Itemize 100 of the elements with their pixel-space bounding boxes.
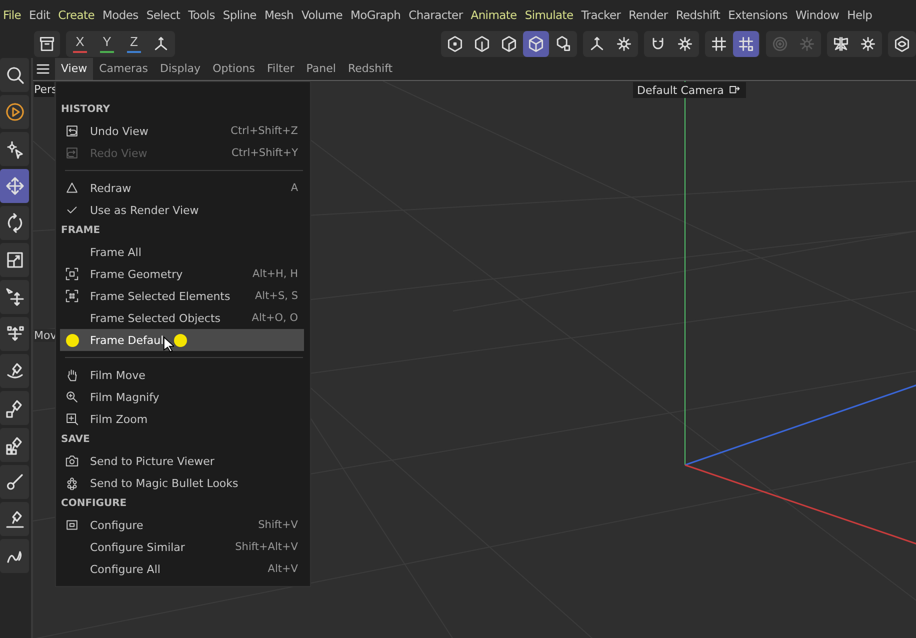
menu-item[interactable]: MoGraph (350, 8, 408, 22)
menu-item[interactable]: Frame Selected Elements Alt+S, S (60, 285, 304, 307)
camera-icon (65, 454, 79, 468)
scale-icon (4, 250, 24, 270)
menu-item[interactable]: Frame Selected Objects Alt+O, O (60, 307, 304, 329)
menu-item[interactable]: Use as Render View (60, 199, 304, 221)
menu-item-label: Frame Geometry (90, 268, 183, 280)
viewport-menu-tab[interactable]: Redshift (342, 58, 399, 80)
shortcut-label: Shift+V (258, 519, 298, 531)
menu-item[interactable]: Window (794, 8, 846, 22)
menu-item[interactable]: File (2, 8, 28, 22)
frame-dots-icon (65, 289, 79, 303)
tool-button[interactable] (0, 539, 29, 573)
pointer-move-icon (4, 287, 24, 307)
menu-item[interactable]: Frame Defaul (60, 329, 304, 351)
menu-item[interactable]: Edit (28, 8, 58, 22)
menu-item[interactable]: Send to Picture Viewer (60, 450, 304, 472)
gear-icon (798, 35, 816, 53)
viewport-menu-tab[interactable]: Options (206, 58, 262, 80)
configure-icon (65, 518, 79, 532)
tool-button[interactable] (0, 95, 29, 129)
menu-item[interactable]: Tracker (580, 8, 628, 22)
tool-button[interactable] (0, 428, 29, 462)
tool-button[interactable] (0, 243, 29, 277)
axis-icon (152, 35, 170, 53)
viewport-menu-tab[interactable]: Filter (261, 58, 300, 80)
tool-button[interactable] (0, 132, 29, 166)
hand-icon (65, 368, 79, 382)
viewport-menu-tab[interactable]: Display (154, 58, 207, 80)
menu-item[interactable]: Redraw A (60, 177, 304, 199)
tool-button[interactable] (0, 169, 29, 203)
gear-icon (859, 35, 877, 53)
magnify-icon (65, 390, 79, 404)
gear-icon (615, 35, 633, 53)
click-marker-icon (174, 334, 187, 346)
menu-item[interactable]: Redshift (674, 8, 728, 22)
menu-item-label: Configure (90, 518, 144, 532)
menu-item-label: Frame Selected Elements (90, 290, 230, 302)
hud-label: Mov (34, 329, 55, 342)
tool-button[interactable] (0, 354, 29, 388)
grid-icon (710, 35, 728, 53)
axis-icon (588, 35, 606, 53)
menu-item[interactable]: Configure Shift+V (60, 514, 304, 536)
menu-item[interactable]: Simulate (524, 8, 580, 22)
tool-button[interactable] (0, 206, 29, 240)
menu-item-label: Film Magnify (90, 390, 160, 404)
click-marker-icon (66, 334, 78, 346)
menu-item[interactable]: Configure Similar Shift+Alt+V (60, 536, 304, 558)
eye-icon (893, 35, 911, 53)
menu-item[interactable]: Animate (470, 8, 524, 22)
shortcut-label: Alt+S, S (254, 290, 298, 302)
archive-button[interactable] (34, 31, 60, 57)
menu-item-label: Redraw (90, 182, 132, 194)
menu-item-label: Use as Render View (90, 204, 199, 216)
menu-item-label: Send to Magic Bullet Looks (90, 476, 238, 490)
menu-item[interactable]: Select (145, 8, 188, 22)
camera-name: Default Camera (637, 84, 724, 96)
menu-item[interactable]: Volume (300, 8, 350, 22)
menu-item[interactable]: Spline (222, 8, 264, 22)
brush-icon (4, 472, 24, 492)
menu-item[interactable]: Modes (102, 8, 146, 22)
search-icon (4, 65, 24, 85)
menu-item[interactable]: Extensions (727, 8, 795, 22)
toolbar-button[interactable] (733, 31, 759, 57)
menu-item[interactable]: Film Move (60, 364, 304, 386)
menu-item[interactable]: Undo View Ctrl+Shift+Z (60, 120, 304, 142)
move-icon (4, 176, 24, 196)
toolbar-button[interactable] (523, 31, 549, 57)
camera-label[interactable]: Default Camera (633, 82, 746, 98)
menu-item[interactable]: Help (846, 8, 880, 22)
menu-item[interactable]: Frame All (60, 241, 304, 263)
butterfly-icon (832, 35, 850, 53)
gear-icon (676, 35, 694, 53)
tool-button[interactable] (0, 58, 29, 92)
menu-item[interactable]: Create (57, 8, 102, 22)
tool-button[interactable] (0, 317, 29, 351)
viewport-menu-tab[interactable]: Panel (300, 58, 342, 80)
half-cube-icon (500, 35, 518, 53)
gear-pointer-icon (4, 139, 24, 159)
viewport-menu-tab[interactable]: Cameras (93, 58, 154, 80)
tool-button[interactable] (0, 502, 29, 536)
tool-button[interactable] (0, 465, 29, 499)
menu-item-label: Configure All (90, 562, 160, 576)
tool-button[interactable] (0, 391, 29, 425)
cursor-icon (162, 336, 174, 352)
shortcut-label: A (290, 182, 298, 194)
menu-item[interactable]: Send to Magic Bullet Looks (60, 472, 304, 494)
menu-item[interactable]: Configure All Alt+V (60, 558, 304, 580)
menu-item[interactable]: Tools (187, 8, 222, 22)
menu-item[interactable]: Film Magnify (60, 386, 304, 408)
menu-item[interactable]: Mesh (263, 8, 301, 22)
menu-item[interactable]: Film Zoom (60, 408, 304, 430)
tool-button[interactable] (0, 280, 29, 314)
multi-move-icon (4, 324, 24, 344)
polygon-icon (473, 35, 491, 53)
viewport-menu-tab[interactable]: View (55, 58, 94, 80)
menu-item[interactable]: Render (628, 8, 675, 22)
menu-item[interactable]: Frame Geometry Alt+H, H (60, 263, 304, 285)
menu-item[interactable]: Character (408, 8, 470, 22)
pen-line-icon (4, 509, 24, 529)
